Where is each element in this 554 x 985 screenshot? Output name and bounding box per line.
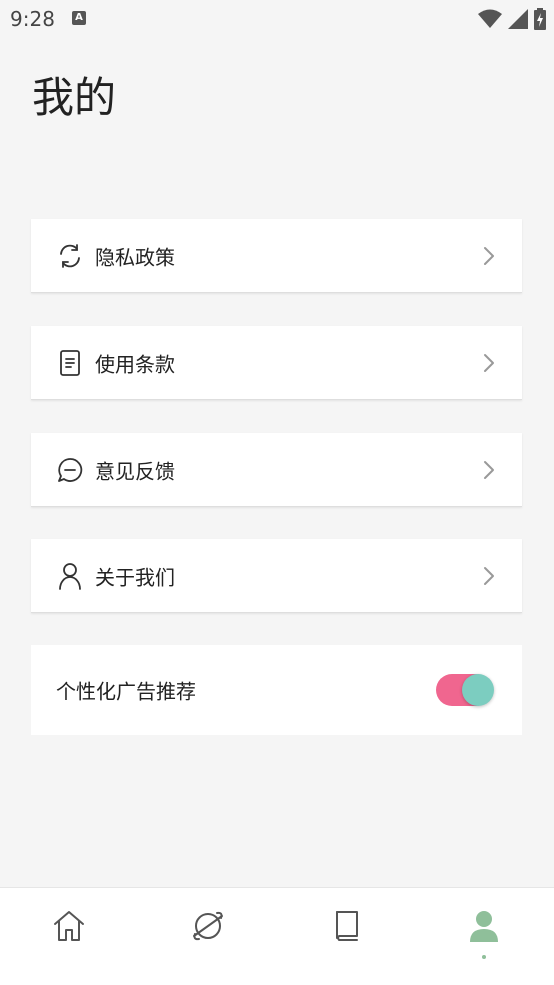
refresh-icon bbox=[57, 243, 83, 269]
menu-item-label: 隐私政策 bbox=[95, 245, 175, 269]
signal-icon bbox=[508, 9, 528, 29]
menu-item-label: 关于我们 bbox=[95, 565, 175, 589]
chat-bubble-icon bbox=[57, 457, 83, 483]
menu-item-about-us[interactable]: 关于我们 bbox=[31, 539, 522, 613]
toggle-knob bbox=[462, 674, 494, 706]
battery-charging-icon bbox=[534, 8, 546, 30]
menu-item-terms-of-use[interactable]: 使用条款 bbox=[31, 326, 522, 400]
personalized-ads-label: 个性化广告推荐 bbox=[56, 679, 196, 704]
menu-item-label: 使用条款 bbox=[95, 352, 175, 376]
home-icon bbox=[54, 911, 84, 941]
nav-home[interactable] bbox=[49, 906, 89, 946]
menu-item-privacy-policy[interactable]: 隐私政策 bbox=[31, 219, 522, 293]
nav-library[interactable] bbox=[326, 906, 366, 946]
page-title: 我的 bbox=[32, 73, 117, 122]
status-icons bbox=[478, 8, 546, 30]
planet-icon bbox=[193, 911, 223, 941]
person-icon bbox=[57, 562, 83, 590]
personalized-ads-toggle[interactable] bbox=[436, 674, 494, 706]
document-icon bbox=[57, 349, 83, 376]
chevron-right-icon bbox=[484, 246, 494, 265]
status-bar: 9:28 A bbox=[0, 0, 554, 38]
active-indicator-dot bbox=[482, 955, 486, 959]
bottom-nav bbox=[0, 887, 554, 985]
chevron-right-icon bbox=[484, 566, 494, 585]
notification-a-icon: A bbox=[72, 11, 86, 25]
status-time: 9:28 bbox=[10, 7, 55, 31]
nav-discover[interactable] bbox=[188, 906, 228, 946]
personalized-ads-setting: 个性化广告推荐 bbox=[31, 645, 522, 735]
chevron-right-icon bbox=[484, 353, 494, 372]
menu-item-feedback[interactable]: 意见反馈 bbox=[31, 433, 522, 507]
menu-item-label: 意见反馈 bbox=[95, 459, 175, 483]
wifi-icon bbox=[478, 9, 502, 28]
book-icon bbox=[336, 911, 358, 941]
nav-profile[interactable] bbox=[464, 906, 504, 946]
chevron-right-icon bbox=[484, 460, 494, 479]
profile-icon bbox=[470, 911, 498, 942]
